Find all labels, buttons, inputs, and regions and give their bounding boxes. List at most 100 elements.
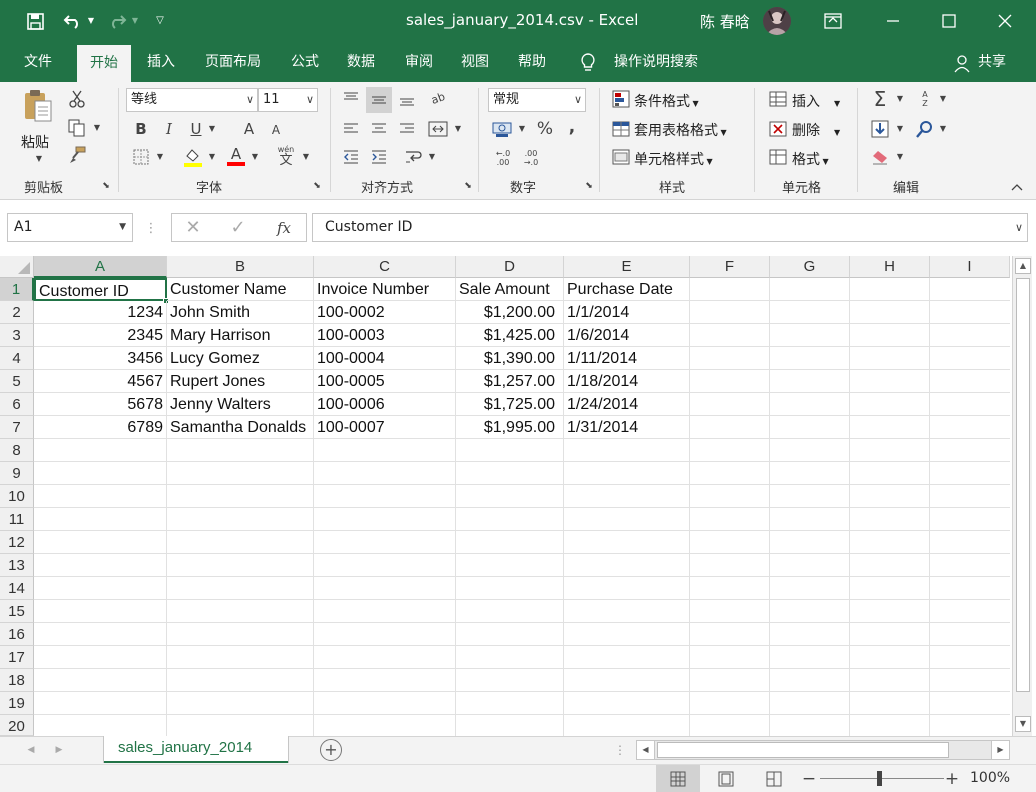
table-cell[interactable]: 4567 bbox=[34, 370, 167, 393]
paste-dropdown-icon[interactable]: ▼ bbox=[34, 154, 44, 164]
align-bottom-icon[interactable] bbox=[396, 88, 418, 110]
insert-function-icon[interactable]: fx bbox=[270, 217, 298, 239]
phonetic-dropdown-icon[interactable]: ▼ bbox=[301, 151, 311, 163]
tab-file[interactable]: 文件 bbox=[14, 42, 62, 82]
row-header[interactable]: 13 bbox=[0, 554, 34, 577]
table-cell[interactable]: $1,257.00 bbox=[456, 370, 564, 393]
comma-button[interactable]: , bbox=[563, 116, 581, 138]
page-layout-view-button[interactable] bbox=[716, 770, 736, 788]
alignment-launcher-icon[interactable]: ⬊ bbox=[462, 180, 474, 192]
ribbon-display-options-icon[interactable] bbox=[810, 0, 856, 42]
font-launcher-icon[interactable]: ⬊ bbox=[311, 180, 323, 192]
orientation-icon[interactable]: ab bbox=[423, 83, 454, 114]
tab-formulas[interactable]: 公式 bbox=[282, 42, 328, 82]
merge-dropdown-icon[interactable]: ▼ bbox=[453, 123, 463, 135]
increase-decimal-icon[interactable]: ←.0 .00 bbox=[492, 146, 514, 170]
normal-view-button[interactable] bbox=[656, 765, 700, 792]
table-cell[interactable]: 100-0005 bbox=[314, 370, 456, 393]
redo-icon[interactable] bbox=[104, 10, 130, 32]
table-cell[interactable]: Jenny Walters bbox=[167, 393, 314, 416]
number-format-dropdown[interactable]: 常规 ∨ bbox=[488, 88, 586, 112]
underline-dropdown-icon[interactable]: ▼ bbox=[207, 123, 217, 135]
select-all-corner[interactable] bbox=[0, 256, 34, 278]
row-header[interactable]: 11 bbox=[0, 508, 34, 531]
find-dropdown-icon[interactable]: ▼ bbox=[938, 123, 948, 135]
sort-filter-dropdown-icon[interactable]: ▼ bbox=[938, 93, 948, 105]
user-name[interactable]: 陈 春晗 bbox=[700, 11, 750, 32]
expand-formula-bar-icon[interactable]: ∨ bbox=[1015, 221, 1023, 234]
column-header-f[interactable]: F bbox=[690, 256, 770, 278]
font-name-dropdown[interactable]: 等线 ∨ bbox=[126, 88, 258, 112]
format-painter-icon[interactable] bbox=[66, 144, 88, 166]
table-cell[interactable]: 5678 bbox=[34, 393, 167, 416]
clipboard-launcher-icon[interactable]: ⬊ bbox=[100, 180, 112, 192]
table-cell[interactable]: $1,425.00 bbox=[456, 324, 564, 347]
undo-icon[interactable] bbox=[60, 10, 86, 32]
table-cell[interactable]: 1/1/2014 bbox=[564, 301, 690, 324]
row-header[interactable]: 2 bbox=[0, 301, 34, 324]
column-header-g[interactable]: G bbox=[770, 256, 850, 278]
align-left-icon[interactable] bbox=[340, 118, 362, 140]
table-cell[interactable]: $1,200.00 bbox=[456, 301, 564, 324]
scroll-right-icon[interactable]: ▶ bbox=[991, 741, 1009, 759]
name-box[interactable]: A1 ▼ bbox=[7, 213, 133, 242]
clear-icon[interactable] bbox=[869, 146, 891, 168]
align-middle-icon[interactable] bbox=[366, 87, 392, 113]
table-cell[interactable]: 3456 bbox=[34, 347, 167, 370]
cancel-icon[interactable]: ✕ bbox=[181, 217, 205, 239]
table-cell[interactable]: 1234 bbox=[34, 301, 167, 324]
borders-dropdown-icon[interactable]: ▼ bbox=[155, 151, 165, 163]
collapse-ribbon-icon[interactable] bbox=[1008, 180, 1026, 194]
tab-insert[interactable]: 插入 bbox=[138, 42, 184, 82]
conditional-formatting-button[interactable]: 条件格式 ▼ bbox=[634, 91, 699, 111]
tab-home[interactable]: 开始 bbox=[77, 45, 131, 82]
header-cell[interactable]: Purchase Date bbox=[564, 278, 690, 301]
table-cell[interactable]: 100-0007 bbox=[314, 416, 456, 439]
share-button[interactable]: 共享 bbox=[974, 42, 1010, 82]
table-cell[interactable]: 1/18/2014 bbox=[564, 370, 690, 393]
borders-icon[interactable] bbox=[130, 146, 152, 168]
more-sheets-icon[interactable]: ⋮ bbox=[614, 742, 626, 758]
column-header-b[interactable]: B bbox=[167, 256, 314, 278]
tab-page-layout[interactable]: 页面布局 bbox=[196, 42, 270, 82]
add-sheet-button[interactable]: + bbox=[320, 739, 342, 761]
percent-button[interactable]: % bbox=[534, 118, 556, 140]
zoom-level[interactable]: 100% bbox=[970, 770, 1010, 786]
format-cells-button[interactable]: 格式 ▼ bbox=[792, 149, 829, 169]
font-color-dropdown-icon[interactable]: ▼ bbox=[250, 151, 260, 163]
zoom-slider-track[interactable] bbox=[820, 778, 944, 779]
row-header[interactable]: 4 bbox=[0, 347, 34, 370]
row-header[interactable]: 1 bbox=[0, 278, 34, 301]
undo-dropdown-icon[interactable]: ▼ bbox=[86, 14, 96, 28]
redo-dropdown-icon[interactable]: ▼ bbox=[130, 14, 140, 28]
table-cell[interactable]: 100-0004 bbox=[314, 347, 456, 370]
header-cell[interactable]: Customer ID bbox=[34, 278, 167, 301]
scroll-up-icon[interactable]: ▲ bbox=[1015, 258, 1031, 274]
scroll-thumb[interactable] bbox=[1016, 278, 1030, 692]
row-header[interactable]: 20 bbox=[0, 715, 34, 736]
header-cell[interactable]: Invoice Number bbox=[314, 278, 456, 301]
table-cell[interactable]: 2345 bbox=[34, 324, 167, 347]
minimize-button[interactable] bbox=[870, 0, 916, 42]
row-header[interactable]: 17 bbox=[0, 646, 34, 669]
row-header[interactable]: 14 bbox=[0, 577, 34, 600]
next-sheet-icon[interactable]: ▶ bbox=[52, 743, 66, 757]
header-cell[interactable]: Customer Name bbox=[167, 278, 314, 301]
grow-font-button[interactable]: A bbox=[239, 118, 259, 140]
save-icon[interactable] bbox=[24, 10, 46, 32]
row-header[interactable]: 9 bbox=[0, 462, 34, 485]
customize-qat-icon[interactable]: ▽ bbox=[152, 12, 168, 30]
table-cell[interactable]: 100-0002 bbox=[314, 301, 456, 324]
table-cell[interactable]: Samantha Donalds bbox=[167, 416, 314, 439]
scroll-left-icon[interactable]: ◀ bbox=[637, 741, 655, 759]
row-header[interactable]: 6 bbox=[0, 393, 34, 416]
table-cell[interactable]: $1,995.00 bbox=[456, 416, 564, 439]
fill-color-dropdown-icon[interactable]: ▼ bbox=[207, 151, 217, 163]
tab-review[interactable]: 审阅 bbox=[396, 42, 442, 82]
copy-icon[interactable] bbox=[66, 117, 88, 139]
table-cell[interactable]: Mary Harrison bbox=[167, 324, 314, 347]
wrap-text-icon[interactable] bbox=[402, 146, 424, 168]
autosum-icon[interactable]: Σ bbox=[869, 87, 891, 111]
column-header-a[interactable]: A bbox=[34, 256, 167, 278]
bold-button[interactable]: B bbox=[130, 118, 152, 140]
